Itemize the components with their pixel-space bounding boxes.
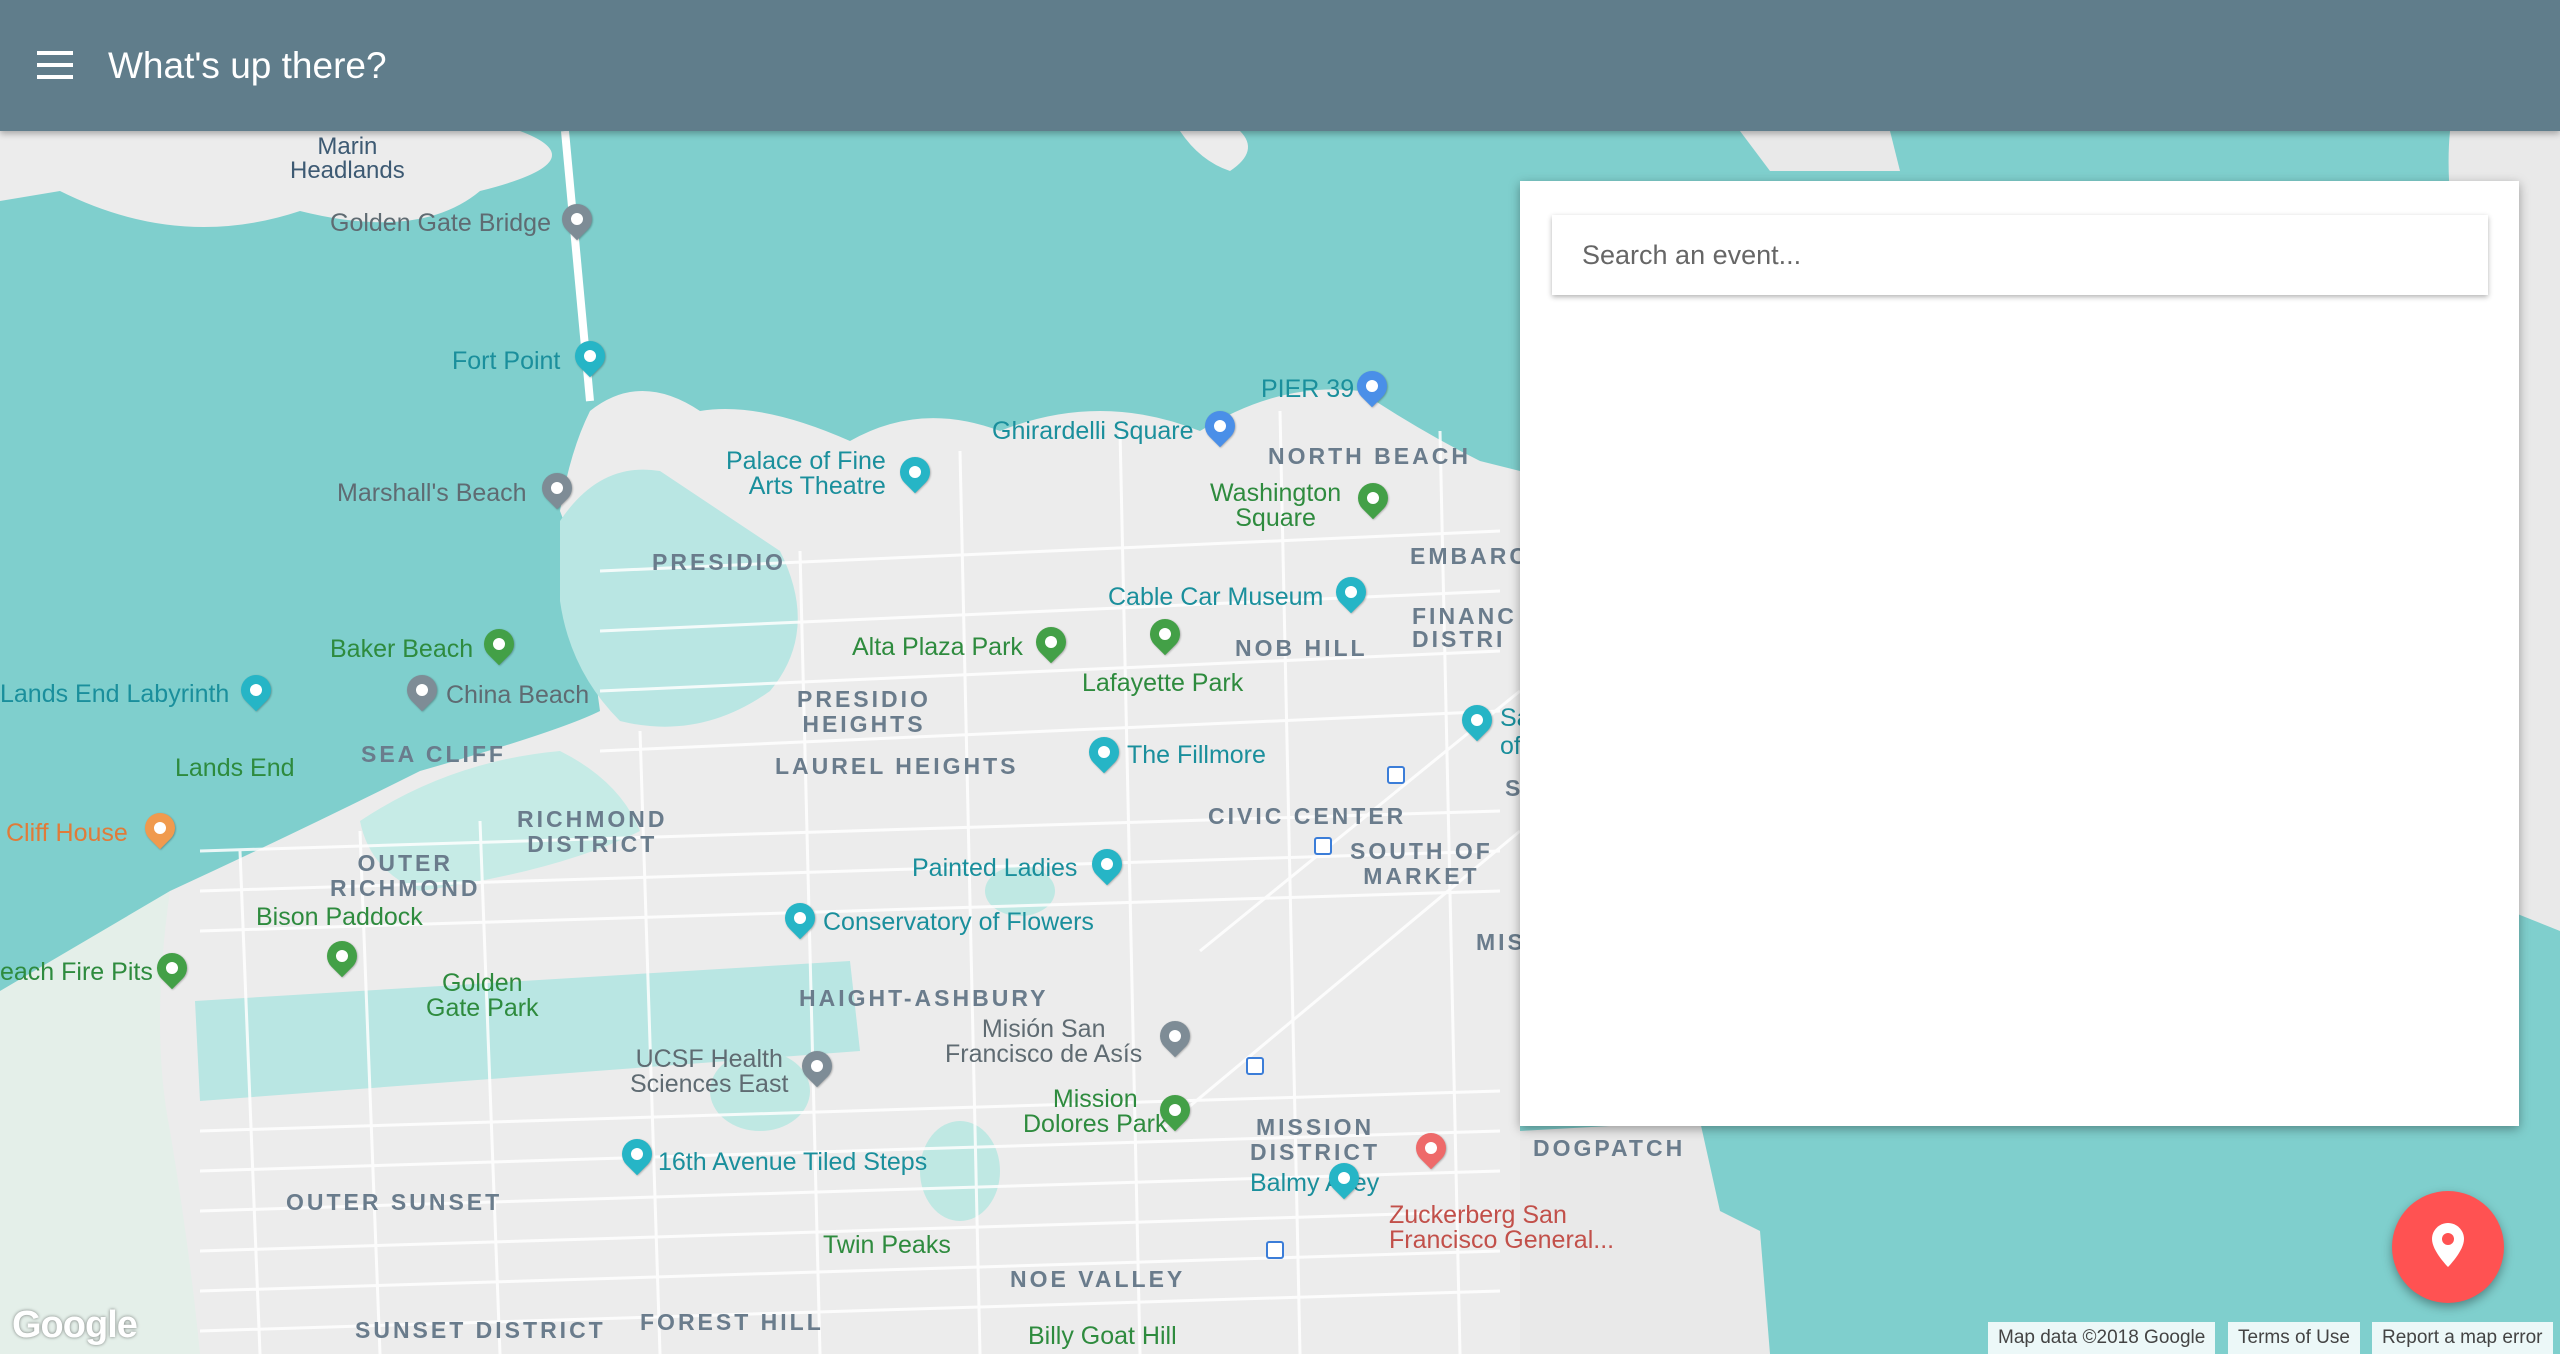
label-presidio: PRESIDIO xyxy=(652,549,786,575)
label-sea-cliff: SEA CLIFF xyxy=(361,741,506,767)
app-title: What's up there? xyxy=(108,45,387,86)
label-ucsf: UCSF Health Sciences East xyxy=(630,1045,789,1098)
terms-of-use-link[interactable]: Terms of Use xyxy=(2228,1322,2360,1354)
label-balmy-alley: Balmy Alley xyxy=(1250,1169,1380,1197)
label-twin-peaks: Twin Peaks xyxy=(823,1231,951,1259)
transit-station-icon[interactable] xyxy=(1387,766,1405,784)
app-bar: What's up there? xyxy=(0,0,2560,131)
label-pier-39: PIER 39 xyxy=(1261,375,1355,403)
label-mission-district: MISSION DISTRICT xyxy=(1250,1114,1381,1166)
label-laurel-heights: LAUREL HEIGHTS xyxy=(775,753,1019,779)
label-conservatory-of-flowers: Conservatory of Flowers xyxy=(823,908,1094,936)
label-china-beach: China Beach xyxy=(446,681,590,709)
label-zuckerberg-sf-general: Zuckerberg San Francisco General... xyxy=(1389,1201,1615,1254)
label-golden-gate-bridge: Golden Gate Bridge xyxy=(330,209,551,237)
label-lands-end: Lands End xyxy=(175,754,295,782)
label-beach-fire-pits: each Fire Pits xyxy=(0,958,153,986)
label-presidio-heights: PRESIDIO HEIGHTS xyxy=(797,686,931,738)
label-financial-district: FINANC DISTRI xyxy=(1412,603,1517,652)
search-input[interactable] xyxy=(1552,215,2492,295)
label-south-of-market: SOUTH OF MARKET xyxy=(1350,838,1493,890)
search-panel xyxy=(1520,181,2519,1126)
map-data-attribution: Map data ©2018 Google xyxy=(1988,1322,2216,1354)
label-painted-ladies: Painted Ladies xyxy=(912,854,1078,882)
transit-station-icon[interactable] xyxy=(1266,1241,1284,1259)
label-golden-gate-park: Golden Gate Park xyxy=(426,969,539,1022)
label-noe-valley: NOE VALLEY xyxy=(1010,1266,1186,1292)
label-mission-dolores-park: Mission Dolores Park xyxy=(1023,1085,1168,1138)
search-box xyxy=(1552,215,2492,295)
label-mision-san-francisco: Misión San Francisco de Asís xyxy=(945,1015,1143,1068)
label-nob-hill: NOB HILL xyxy=(1235,635,1368,661)
label-palace-of-fine-arts: Palace of Fine Arts Theatre xyxy=(726,447,886,500)
label-cliff-house: Cliff House xyxy=(6,819,128,847)
label-forest-hill: FOREST HILL xyxy=(640,1309,824,1335)
label-richmond-district: RICHMOND DISTRICT xyxy=(517,806,668,858)
label-16th-avenue-tiled-steps: 16th Avenue Tiled Steps xyxy=(658,1148,928,1176)
menu-button[interactable] xyxy=(22,34,88,100)
transit-station-icon[interactable] xyxy=(1246,1057,1264,1075)
label-civic-center: CIVIC CENTER xyxy=(1208,803,1407,829)
report-map-error-link[interactable]: Report a map error xyxy=(2372,1322,2553,1354)
label-outer-sunset: OUTER SUNSET xyxy=(286,1189,503,1215)
label-north-beach: NORTH BEACH xyxy=(1268,443,1471,469)
label-embarcadero: EMBARC xyxy=(1410,543,1529,569)
label-ghirardelli-square: Ghirardelli Square xyxy=(992,417,1194,445)
label-dogpatch: DOGPATCH xyxy=(1533,1135,1686,1161)
label-alta-plaza-park: Alta Plaza Park xyxy=(852,633,1023,661)
hamburger-menu-icon xyxy=(37,50,73,84)
location-pin-icon xyxy=(2432,1222,2464,1272)
label-bison-paddock: Bison Paddock xyxy=(256,903,423,931)
label-haight-ashbury: HAIGHT-ASHBURY xyxy=(799,985,1049,1011)
label-marin-headlands: Marin Headlands xyxy=(290,133,405,184)
label-sunset-district: SUNSET DISTRICT xyxy=(355,1317,606,1343)
label-baker-beach: Baker Beach xyxy=(330,635,474,663)
label-washington-square: Washington Square xyxy=(1210,479,1342,532)
transit-station-icon[interactable] xyxy=(1314,837,1332,855)
label-outer-richmond: OUTER RICHMOND xyxy=(330,850,481,902)
label-marshalls-beach: Marshall's Beach xyxy=(337,479,527,507)
label-the-fillmore: The Fillmore xyxy=(1127,741,1266,769)
label-billy-goat-hill: Billy Goat Hill xyxy=(1028,1322,1177,1350)
add-location-button[interactable] xyxy=(2392,1191,2504,1303)
label-lands-end-labyrinth: Lands End Labyrinth xyxy=(0,680,230,708)
label-cable-car-museum: Cable Car Museum xyxy=(1108,583,1324,611)
label-fort-point: Fort Point xyxy=(452,347,561,375)
google-logo: Google xyxy=(12,1304,138,1346)
label-lafayette-park: Lafayette Park xyxy=(1082,669,1244,697)
label-mission-partial: MIS xyxy=(1476,929,1526,955)
